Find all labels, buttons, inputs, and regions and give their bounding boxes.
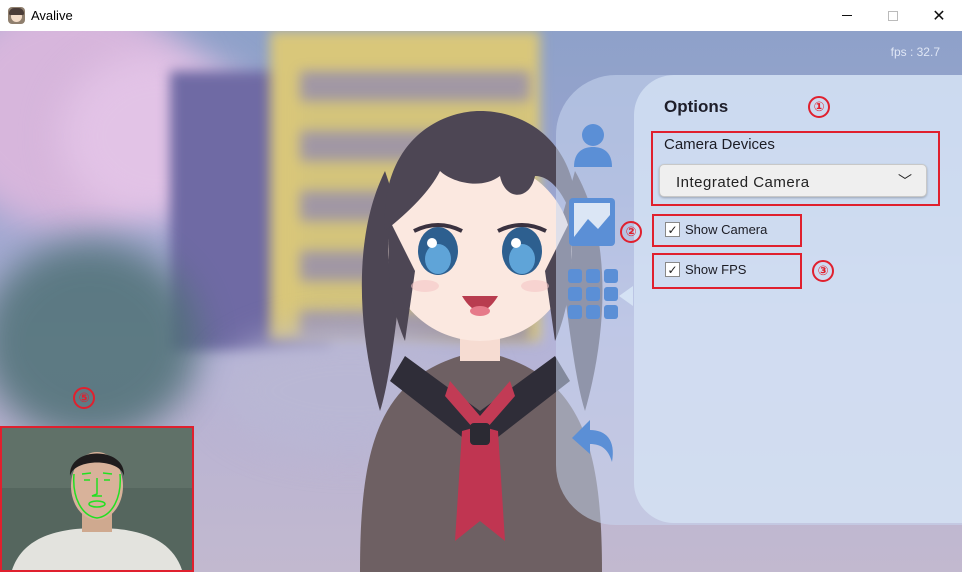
title-bar: Avalive ✕ xyxy=(0,0,962,31)
app-icon xyxy=(8,7,25,24)
camera-feed-image xyxy=(2,428,192,570)
back-arrow-icon[interactable] xyxy=(570,416,616,464)
camera-preview xyxy=(0,426,194,572)
annotation-box-show-fps xyxy=(652,253,802,289)
minimize-icon xyxy=(842,15,852,16)
close-button[interactable]: ✕ xyxy=(916,0,962,31)
avatar-icon[interactable] xyxy=(572,121,614,169)
annotation-box-camera-devices xyxy=(651,131,940,206)
annotation-badge-5: ⑤ xyxy=(73,387,95,409)
options-title: Options xyxy=(664,97,729,116)
maximize-icon xyxy=(888,10,898,21)
annotation-box-show-camera xyxy=(652,214,802,247)
close-icon: ✕ xyxy=(932,7,946,25)
fps-counter: fps : 32.7 xyxy=(890,45,940,59)
avatar-scene: fps : 32.7 Options Camera Devices Integr… xyxy=(0,31,962,572)
annotation-badge-3: ③ xyxy=(812,260,834,282)
minimize-button[interactable] xyxy=(824,0,870,31)
selection-pointer xyxy=(619,286,633,306)
grid-icon[interactable] xyxy=(568,269,618,319)
background-image-icon[interactable] xyxy=(568,197,616,247)
annotation-badge-1: ① xyxy=(808,96,830,118)
maximize-button[interactable] xyxy=(870,0,916,31)
window-title: Avalive xyxy=(31,8,73,23)
annotation-badge-2: ② xyxy=(620,221,642,243)
